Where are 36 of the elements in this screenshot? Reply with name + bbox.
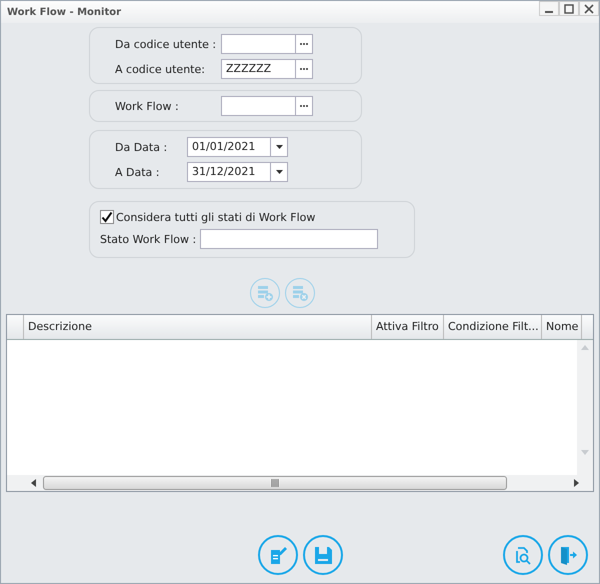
list-remove-icon (291, 284, 309, 302)
window-title: Work Flow - Monitor (7, 6, 122, 18)
field-label: Stato Work Flow : (100, 232, 196, 246)
column-header[interactable]: Condizione Filt... (444, 315, 542, 339)
maximize-icon (564, 4, 574, 14)
state-field[interactable] (200, 229, 378, 249)
grip-icon (270, 479, 280, 487)
lookup-field[interactable] (221, 34, 313, 54)
date-field[interactable]: 01/01/2021 (187, 137, 288, 157)
column-header[interactable]: Descrizione (24, 315, 372, 339)
all-states-checkbox[interactable]: Considera tutti gli stati di Work Flow (100, 210, 404, 224)
scroll-left-icon[interactable] (29, 478, 37, 488)
column-header[interactable]: Attiva Filtro (372, 315, 444, 339)
lookup-field[interactable]: ZZZZZZ (221, 59, 313, 79)
horizontal-scrollbar[interactable] (7, 475, 593, 491)
field-label: A Data : (115, 166, 160, 178)
lookup-field[interactable] (221, 96, 313, 116)
minimize-button[interactable] (539, 1, 559, 16)
minimize-icon (545, 10, 553, 12)
field-label: Da Data : (115, 140, 168, 154)
field-label: Work Flow : (115, 100, 180, 112)
vertical-scrollbar[interactable] (577, 340, 593, 475)
close-icon (584, 4, 594, 14)
edit-document-button[interactable] (258, 535, 298, 575)
maximize-button[interactable] (559, 1, 579, 16)
field-label: Da codice utente : (115, 38, 218, 50)
save-button[interactable] (303, 535, 343, 575)
preview-button[interactable] (503, 535, 543, 575)
check-icon (101, 211, 113, 223)
exit-button[interactable] (548, 535, 588, 575)
field-label: A codice utente: (115, 62, 206, 76)
date-field[interactable]: 31/12/2021 (187, 162, 288, 182)
scroll-right-icon[interactable] (573, 478, 581, 488)
close-button[interactable] (579, 1, 599, 16)
list-add-icon (256, 284, 274, 302)
column-header[interactable]: Nome (542, 315, 582, 339)
